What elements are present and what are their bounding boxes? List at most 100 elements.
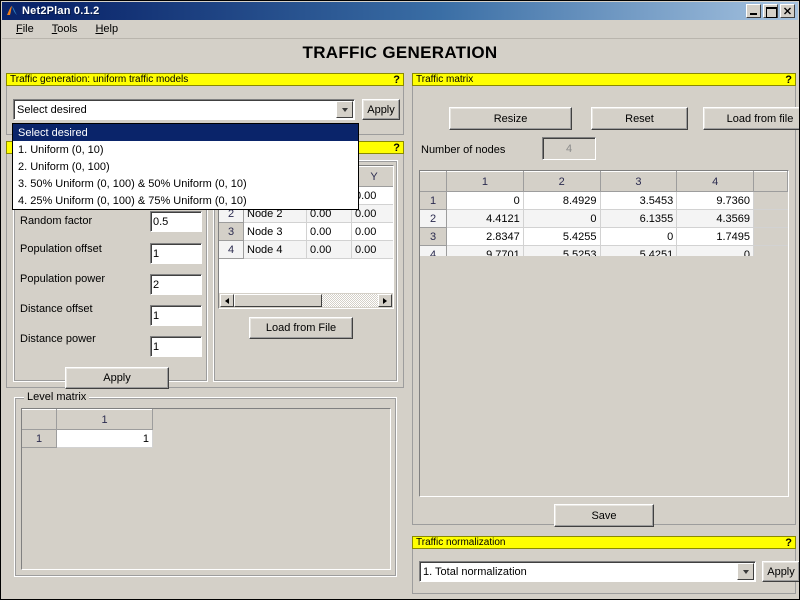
matrix-cell-3-4[interactable]: 1.7495 xyxy=(676,227,754,246)
matrix-col-filler xyxy=(753,171,788,192)
matrix-header-row: 1 2 3 4 xyxy=(420,171,788,192)
random-factor-input[interactable]: 0.5 xyxy=(150,211,202,232)
application-window: Net2Plan 0.1.2 FFileile Tools Help TRAFF… xyxy=(0,0,800,600)
dropdown-option-0[interactable]: Select desired xyxy=(13,124,358,141)
traffic-normalization-title: Traffic normalization xyxy=(416,537,506,548)
scroll-right-icon[interactable] xyxy=(378,294,392,307)
help-icon-4[interactable]: ? xyxy=(785,537,792,549)
number-of-nodes-label: Number of nodes xyxy=(421,144,506,156)
matrix-row-index: 2 xyxy=(420,209,447,228)
matrix-cell-1-2[interactable]: 8.4929 xyxy=(523,191,601,210)
traffic-normalization-header: Traffic normalization ? xyxy=(412,536,796,549)
resize-button[interactable]: Resize xyxy=(449,107,572,130)
matrix-filler-cell xyxy=(753,209,788,228)
dropdown-option-3[interactable]: 3. 50% Uniform (0, 100) & 50% Uniform (0… xyxy=(13,175,358,192)
dropdown-option-2[interactable]: 2. Uniform (0, 100) xyxy=(13,158,358,175)
traffic-model-dropdown-popup[interactable]: Select desired 1. Uniform (0, 10) 2. Uni… xyxy=(12,123,359,210)
load-matrix-from-file-button[interactable]: Load from file xyxy=(703,107,799,130)
traffic-normalization-body: 1. Total normalization Apply xyxy=(412,549,799,594)
level-matrix-group: Level matrix 1 1 1 xyxy=(14,391,397,577)
load-nodes-from-file-button[interactable]: Load from File xyxy=(249,317,353,339)
traffic-model-select[interactable]: Select desired xyxy=(13,99,355,120)
level-matrix-header-row: 1 xyxy=(22,409,153,430)
page-title: TRAFFIC GENERATION xyxy=(302,43,498,62)
node-y[interactable]: 0.00 xyxy=(351,240,393,259)
field-label-random-factor: Random factor xyxy=(20,215,93,227)
normalization-value: 1. Total normalization xyxy=(423,565,527,578)
matrix-cell-1-1[interactable]: 0 xyxy=(446,191,524,210)
node-x[interactable]: 0.00 xyxy=(306,222,352,241)
menu-bar: FFileile Tools Help xyxy=(2,20,798,39)
dropdown-option-1[interactable]: 1. Uniform (0, 10) xyxy=(13,141,358,158)
scroll-thumb[interactable] xyxy=(234,294,322,307)
level-col-index xyxy=(22,409,57,430)
matrix-row-index: 1 xyxy=(420,191,447,210)
normalization-select[interactable]: 1. Total normalization xyxy=(419,561,756,582)
chevron-down-icon-2[interactable] xyxy=(737,563,754,580)
table-row[interactable]: 1 1 xyxy=(22,429,153,448)
traffic-generation-apply-button[interactable]: Apply xyxy=(362,99,400,120)
node-row-index: 3 xyxy=(219,222,244,241)
traffic-normalization-panel: Traffic normalization ? 1. Total normali… xyxy=(412,536,799,594)
window-controls xyxy=(746,4,795,18)
chevron-down-icon[interactable] xyxy=(336,101,353,118)
node-name[interactable]: Node 3 xyxy=(243,222,307,241)
distance-offset-input[interactable]: 1 xyxy=(150,305,202,326)
minimize-button[interactable] xyxy=(746,4,761,18)
node-y[interactable]: 0.00 xyxy=(351,222,393,241)
matrix-col-2: 2 xyxy=(523,171,601,192)
matrix-cell-1-4[interactable]: 9.7360 xyxy=(676,191,754,210)
matrix-filler-cell xyxy=(753,227,788,246)
matrix-cell-2-4[interactable]: 4.3569 xyxy=(676,209,754,228)
population-distance-apply-button[interactable]: Apply xyxy=(65,367,169,389)
number-of-nodes-input: 4 xyxy=(542,137,596,160)
matrix-cell-3-3[interactable]: 0 xyxy=(600,227,678,246)
reset-button[interactable]: Reset xyxy=(591,107,688,130)
matrix-empty-area xyxy=(420,256,788,496)
scroll-left-icon[interactable] xyxy=(220,294,234,307)
node-x[interactable]: 0.00 xyxy=(306,240,352,259)
table-row[interactable]: 1 0 8.4929 3.5453 9.7360 xyxy=(420,191,788,210)
help-icon-2[interactable]: ? xyxy=(393,142,400,154)
matrix-cell-3-1[interactable]: 2.8347 xyxy=(446,227,524,246)
scroll-track[interactable] xyxy=(234,294,378,307)
help-icon-3[interactable]: ? xyxy=(785,74,792,86)
node-name[interactable]: Node 4 xyxy=(243,240,307,259)
dropdown-option-4[interactable]: 4. 25% Uniform (0, 100) & 75% Uniform (0… xyxy=(13,192,358,209)
field-label-population-power: Population power xyxy=(20,273,106,285)
matrix-col-index xyxy=(420,171,447,192)
matrix-col-3: 3 xyxy=(600,171,678,192)
traffic-matrix-body: Resize Reset Load from file Number of no… xyxy=(412,86,799,527)
table-row[interactable]: 3 Node 3 0.00 0.00 xyxy=(219,222,393,241)
matrix-cell-2-3[interactable]: 6.1355 xyxy=(600,209,678,228)
level-cell-1-1[interactable]: 1 xyxy=(56,429,153,448)
population-power-input[interactable]: 2 xyxy=(150,274,202,295)
traffic-matrix-header: Traffic matrix ? xyxy=(412,73,796,86)
matrix-cell-3-2[interactable]: 5.4255 xyxy=(523,227,601,246)
maximize-button[interactable] xyxy=(763,4,778,18)
node-table-hscrollbar[interactable] xyxy=(219,293,393,308)
table-row[interactable]: 4 Node 4 0.00 0.00 xyxy=(219,240,393,259)
close-button[interactable] xyxy=(780,4,795,18)
save-button[interactable]: Save xyxy=(554,504,654,527)
menu-tools[interactable]: Tools xyxy=(43,21,87,37)
matrix-cell-1-3[interactable]: 3.5453 xyxy=(600,191,678,210)
menu-file[interactable]: FFileile xyxy=(7,21,43,37)
distance-power-input[interactable]: 1 xyxy=(150,336,202,357)
net2plan-logo-icon xyxy=(5,4,19,18)
level-row-index: 1 xyxy=(22,429,57,448)
matrix-cell-2-1[interactable]: 4.4121 xyxy=(446,209,524,228)
title-bar: Net2Plan 0.1.2 xyxy=(2,2,798,20)
level-matrix-scroll-area: 1 1 1 xyxy=(21,408,391,570)
population-offset-input[interactable]: 1 xyxy=(150,243,202,264)
field-label-population-offset: Population offset xyxy=(20,243,102,255)
table-row[interactable]: 3 2.8347 5.4255 0 1.7495 xyxy=(420,227,788,246)
normalization-apply-button[interactable]: Apply xyxy=(762,561,799,582)
matrix-col-1: 1 xyxy=(446,171,524,192)
help-icon[interactable]: ? xyxy=(393,74,400,86)
level-col-1: 1 xyxy=(56,409,153,430)
menu-help[interactable]: Help xyxy=(86,21,127,37)
table-row[interactable]: 2 4.4121 0 6.1355 4.3569 xyxy=(420,209,788,228)
traffic-matrix-title: Traffic matrix xyxy=(416,74,474,85)
matrix-cell-2-2[interactable]: 0 xyxy=(523,209,601,228)
